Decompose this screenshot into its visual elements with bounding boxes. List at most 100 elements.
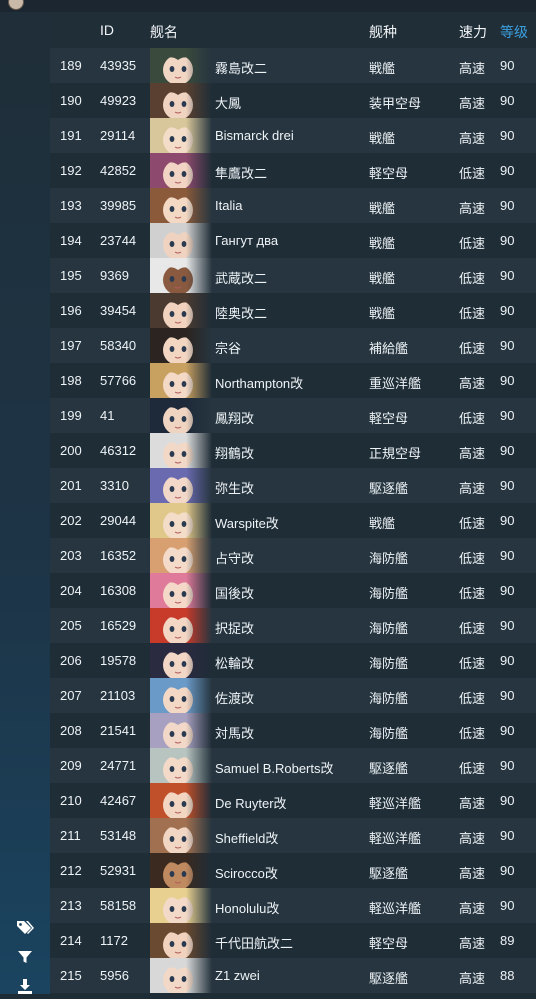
ship-id: 9369 (100, 268, 129, 283)
download-icon[interactable] (14, 978, 36, 996)
ship-avatar[interactable] (150, 293, 212, 328)
ship-id: 53148 (100, 828, 137, 843)
table-row[interactable]: 198 57766 Northampton改 重巡洋艦 高速 90 (50, 363, 536, 398)
table-row[interactable]: 197 58340 宗谷 補給艦 低速 90 (50, 328, 536, 363)
table-row[interactable]: 194 23744 Гангут два 戦艦 低速 90 (50, 223, 536, 258)
ship-type: 戦艦 (369, 271, 396, 286)
ship-avatar[interactable] (150, 153, 212, 188)
ship-avatar[interactable] (150, 328, 212, 363)
ship-avatar[interactable] (150, 713, 212, 748)
ship-id: 42852 (100, 163, 137, 178)
ship-type: 戦艦 (369, 131, 396, 146)
ship-avatar[interactable] (150, 573, 212, 608)
avatar-fade (186, 503, 212, 538)
ship-speed: 高速 (459, 96, 486, 111)
table-row[interactable]: 210 42467 De Ruyter改 軽巡洋艦 高速 90 (50, 783, 536, 818)
ship-avatar[interactable] (150, 188, 212, 223)
ship-avatar[interactable] (150, 468, 212, 503)
sidebar (0, 12, 50, 994)
ship-level: 90 (500, 303, 515, 318)
ship-name: 国後改 (215, 586, 255, 601)
ship-avatar[interactable] (150, 83, 212, 118)
table-row[interactable]: 189 43935 霧島改二 戦艦 高速 90 (50, 48, 536, 83)
ship-avatar[interactable] (150, 888, 212, 923)
ship-avatar[interactable] (150, 398, 212, 433)
ship-name: Northampton改 (215, 376, 304, 391)
ship-level: 90 (500, 93, 515, 108)
table-row[interactable]: 213 58158 Honolulu改 軽巡洋艦 高速 90 (50, 888, 536, 923)
ship-id: 49923 (100, 93, 137, 108)
ship-avatar[interactable] (150, 538, 212, 573)
ship-avatar[interactable] (150, 818, 212, 853)
ship-level: 90 (500, 863, 515, 878)
avatar-fade (186, 608, 212, 643)
table-row[interactable]: 208 21541 対馬改 海防艦 低速 90 (50, 713, 536, 748)
top-bar (0, 0, 536, 12)
ship-avatar[interactable] (150, 748, 212, 783)
table-row[interactable]: 192 42852 隼鷹改二 軽空母 低速 90 (50, 153, 536, 188)
ship-avatar[interactable] (150, 48, 212, 83)
ship-avatar[interactable] (150, 678, 212, 713)
avatar-fade (186, 923, 212, 958)
table-row[interactable]: 214 1172 千代田航改二 軽空母 高速 89 (50, 923, 536, 958)
ship-speed: 高速 (459, 376, 486, 391)
table-row[interactable]: 206 19578 松輪改 海防艦 低速 90 (50, 643, 536, 678)
ship-id: 42467 (100, 793, 137, 808)
ship-id: 21541 (100, 723, 137, 738)
ship-avatar[interactable] (150, 363, 212, 398)
header-id[interactable]: ID (100, 22, 114, 38)
ship-type: 重巡洋艦 (369, 376, 422, 391)
table-row[interactable]: 204 16308 国後改 海防艦 低速 90 (50, 573, 536, 608)
ship-avatar[interactable] (150, 433, 212, 468)
avatar-fade (186, 713, 212, 748)
row-number: 210 (60, 793, 82, 808)
table-row[interactable]: 207 21103 佐渡改 海防艦 低速 90 (50, 678, 536, 713)
filter-icon[interactable] (14, 949, 36, 967)
table-row[interactable]: 205 16529 択捉改 海防艦 低速 90 (50, 608, 536, 643)
table-row[interactable]: 201 3310 弥生改 駆逐艦 高速 90 (50, 468, 536, 503)
ship-id: 41 (100, 408, 115, 423)
ship-avatar[interactable] (150, 118, 212, 153)
avatar-fade (186, 678, 212, 713)
table-row[interactable]: 191 29114 Bismarck drei 戦艦 高速 90 (50, 118, 536, 153)
ship-level: 90 (500, 198, 515, 213)
ship-avatar[interactable] (150, 223, 212, 258)
table-row[interactable]: 211 53148 Sheffield改 軽巡洋艦 高速 90 (50, 818, 536, 853)
app-logo[interactable] (8, 0, 24, 10)
table-row[interactable]: 196 39454 陸奥改二 戦艦 低速 90 (50, 293, 536, 328)
table-row[interactable]: 203 16352 占守改 海防艦 低速 90 (50, 538, 536, 573)
ship-name: Samuel B.Roberts改 (215, 761, 334, 776)
ship-avatar[interactable] (150, 923, 212, 958)
ship-type: 軽空母 (369, 411, 409, 426)
table-row[interactable]: 215 5956 Z1 zwei 駆逐艦 高速 88 (50, 958, 536, 993)
table-row[interactable]: 209 24771 Samuel B.Roberts改 駆逐艦 低速 90 (50, 748, 536, 783)
ship-type: 正規空母 (369, 446, 422, 461)
ship-name: 佐渡改 (215, 691, 255, 706)
ship-id: 23744 (100, 233, 137, 248)
table-row[interactable]: 202 29044 Warspite改 戦艦 低速 90 (50, 503, 536, 538)
header-type[interactable]: 舰种 (369, 22, 397, 42)
table-row[interactable]: 212 52931 Scirocco改 駆逐艦 高速 90 (50, 853, 536, 888)
table-row[interactable]: 190 49923 大鳳 装甲空母 高速 90 (50, 83, 536, 118)
ship-avatar[interactable] (150, 503, 212, 538)
ship-speed: 低速 (459, 236, 486, 251)
ship-avatar[interactable] (150, 643, 212, 678)
ship-name: 択捉改 (215, 621, 255, 636)
table-row[interactable]: 193 39985 Italia 戦艦 高速 90 (50, 188, 536, 223)
ship-avatar[interactable] (150, 258, 212, 293)
ship-avatar[interactable] (150, 958, 212, 993)
table-row[interactable]: 199 41 鳳翔改 軽空母 低速 90 (50, 398, 536, 433)
ship-avatar[interactable] (150, 853, 212, 888)
ship-type: 海防艦 (369, 656, 409, 671)
ship-avatar[interactable] (150, 783, 212, 818)
ship-speed: 低速 (459, 586, 486, 601)
row-number: 197 (60, 338, 82, 353)
header-speed[interactable]: 速力 (459, 22, 487, 42)
avatar-fade (186, 433, 212, 468)
ship-avatar[interactable] (150, 608, 212, 643)
header-name[interactable]: 舰名 (150, 22, 178, 42)
table-row[interactable]: 195 9369 武蔵改二 戦艦 低速 90 (50, 258, 536, 293)
ship-name: Bismarck drei (215, 128, 294, 143)
table-row[interactable]: 200 46312 翔鶴改 正規空母 高速 90 (50, 433, 536, 468)
tags-icon[interactable] (14, 920, 36, 938)
